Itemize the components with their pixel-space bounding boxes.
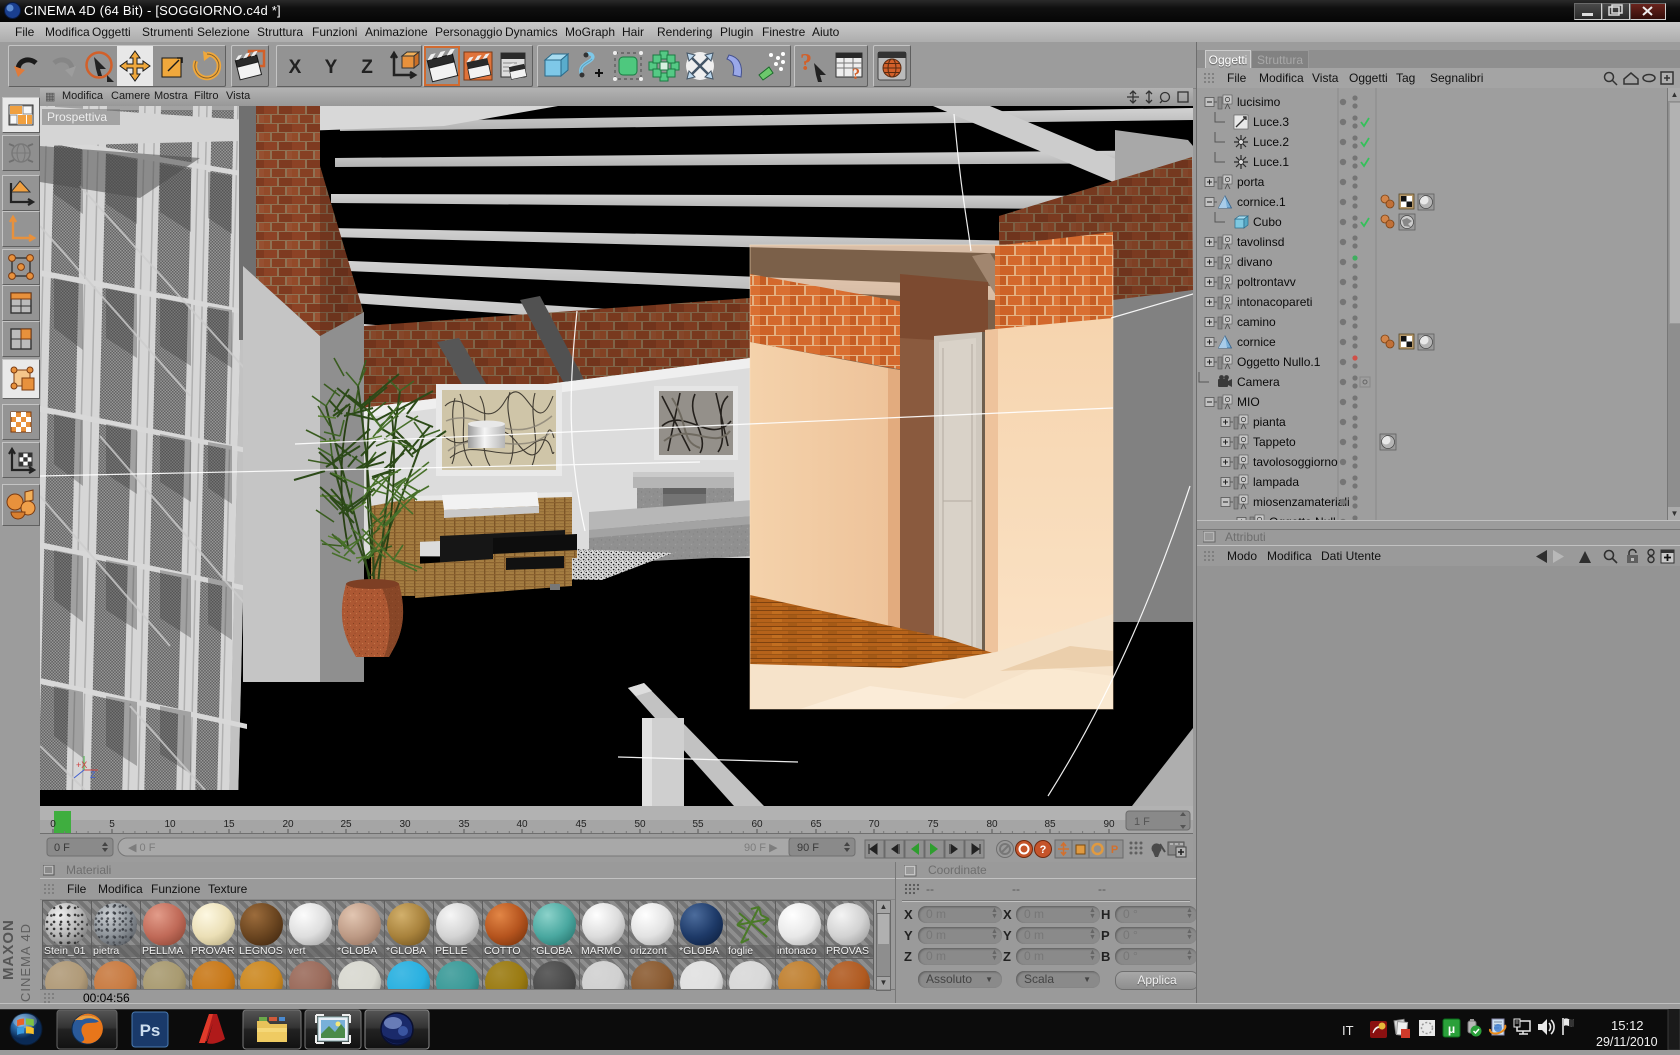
svg-text:0: 0 (50, 819, 56, 830)
svg-text:Z: Z (361, 57, 373, 78)
svg-text:Luce.3: Luce.3 (1253, 115, 1289, 129)
svg-text:35: 35 (458, 819, 470, 830)
svg-text:◀ 0 F: ◀ 0 F (128, 842, 156, 854)
svg-text:90 F: 90 F (797, 842, 819, 854)
svg-text:MIO: MIO (1237, 395, 1260, 409)
svg-text:30: 30 (399, 819, 411, 830)
svg-text:pianta: pianta (1253, 415, 1286, 429)
svg-text:20: 20 (282, 819, 294, 830)
svg-text:camino: camino (1237, 315, 1276, 329)
svg-text:85: 85 (1044, 819, 1056, 830)
svg-text:1 F: 1 F (1134, 816, 1150, 828)
svg-text:X: X (289, 57, 302, 78)
svg-text:40: 40 (516, 819, 528, 830)
svg-text:lucisimo: lucisimo (1237, 95, 1281, 109)
svg-text:90 F ▶: 90 F ▶ (744, 842, 778, 854)
svg-text:Tappeto: Tappeto (1253, 435, 1296, 449)
svg-text:μ: μ (1448, 1022, 1455, 1036)
svg-text:10: 10 (164, 819, 176, 830)
svg-text:P: P (1111, 844, 1118, 856)
svg-text:?: ? (800, 50, 812, 76)
svg-text:25: 25 (340, 819, 352, 830)
svg-text:Y: Y (325, 57, 338, 78)
svg-text:90: 90 (1103, 819, 1115, 830)
svg-text:Ps: Ps (140, 1021, 161, 1040)
svg-text:Cubo: Cubo (1253, 215, 1282, 229)
svg-text:divano: divano (1237, 255, 1273, 269)
svg-text:porta: porta (1237, 175, 1265, 189)
svg-text:75: 75 (927, 819, 939, 830)
svg-text:poltrontavv: poltrontavv (1237, 275, 1296, 289)
svg-text:lampada: lampada (1253, 475, 1299, 489)
svg-text:cornice.1: cornice.1 (1237, 195, 1286, 209)
svg-text:miosenzamateriali: miosenzamateriali (1253, 495, 1350, 509)
svg-text:Prospettiva: Prospettiva (47, 110, 107, 124)
svg-text:5: 5 (109, 819, 115, 830)
svg-text:50: 50 (634, 819, 646, 830)
svg-text:tavolinsd: tavolinsd (1237, 235, 1284, 249)
svg-text:Luce.2: Luce.2 (1253, 135, 1289, 149)
svg-text:0 F: 0 F (54, 842, 70, 854)
svg-text:15:12: 15:12 (1611, 1018, 1644, 1033)
svg-text:+X: +X (76, 760, 87, 770)
svg-text:29/11/2010: 29/11/2010 (1596, 1035, 1658, 1049)
svg-text:15: 15 (223, 819, 235, 830)
svg-text:Luce.1: Luce.1 (1253, 155, 1289, 169)
svg-text:Camera: Camera (1237, 375, 1280, 389)
svg-text:70: 70 (868, 819, 880, 830)
svg-text:55: 55 (692, 819, 704, 830)
svg-text:45: 45 (575, 819, 587, 830)
svg-text:Oggetto Nullo.1: Oggetto Nullo.1 (1237, 355, 1321, 369)
svg-text:65: 65 (810, 819, 822, 830)
svg-text:IT: IT (1342, 1023, 1354, 1038)
svg-text:tavolosoggiorno: tavolosoggiorno (1253, 455, 1338, 469)
svg-text:?: ? (1040, 844, 1047, 856)
svg-text:cornice: cornice (1237, 335, 1276, 349)
svg-text:intonacopareti: intonacopareti (1237, 295, 1312, 309)
svg-text:60: 60 (751, 819, 763, 830)
svg-text:80: 80 (986, 819, 998, 830)
svg-text:Z: Z (90, 770, 96, 780)
svg-text:?: ? (852, 66, 860, 83)
